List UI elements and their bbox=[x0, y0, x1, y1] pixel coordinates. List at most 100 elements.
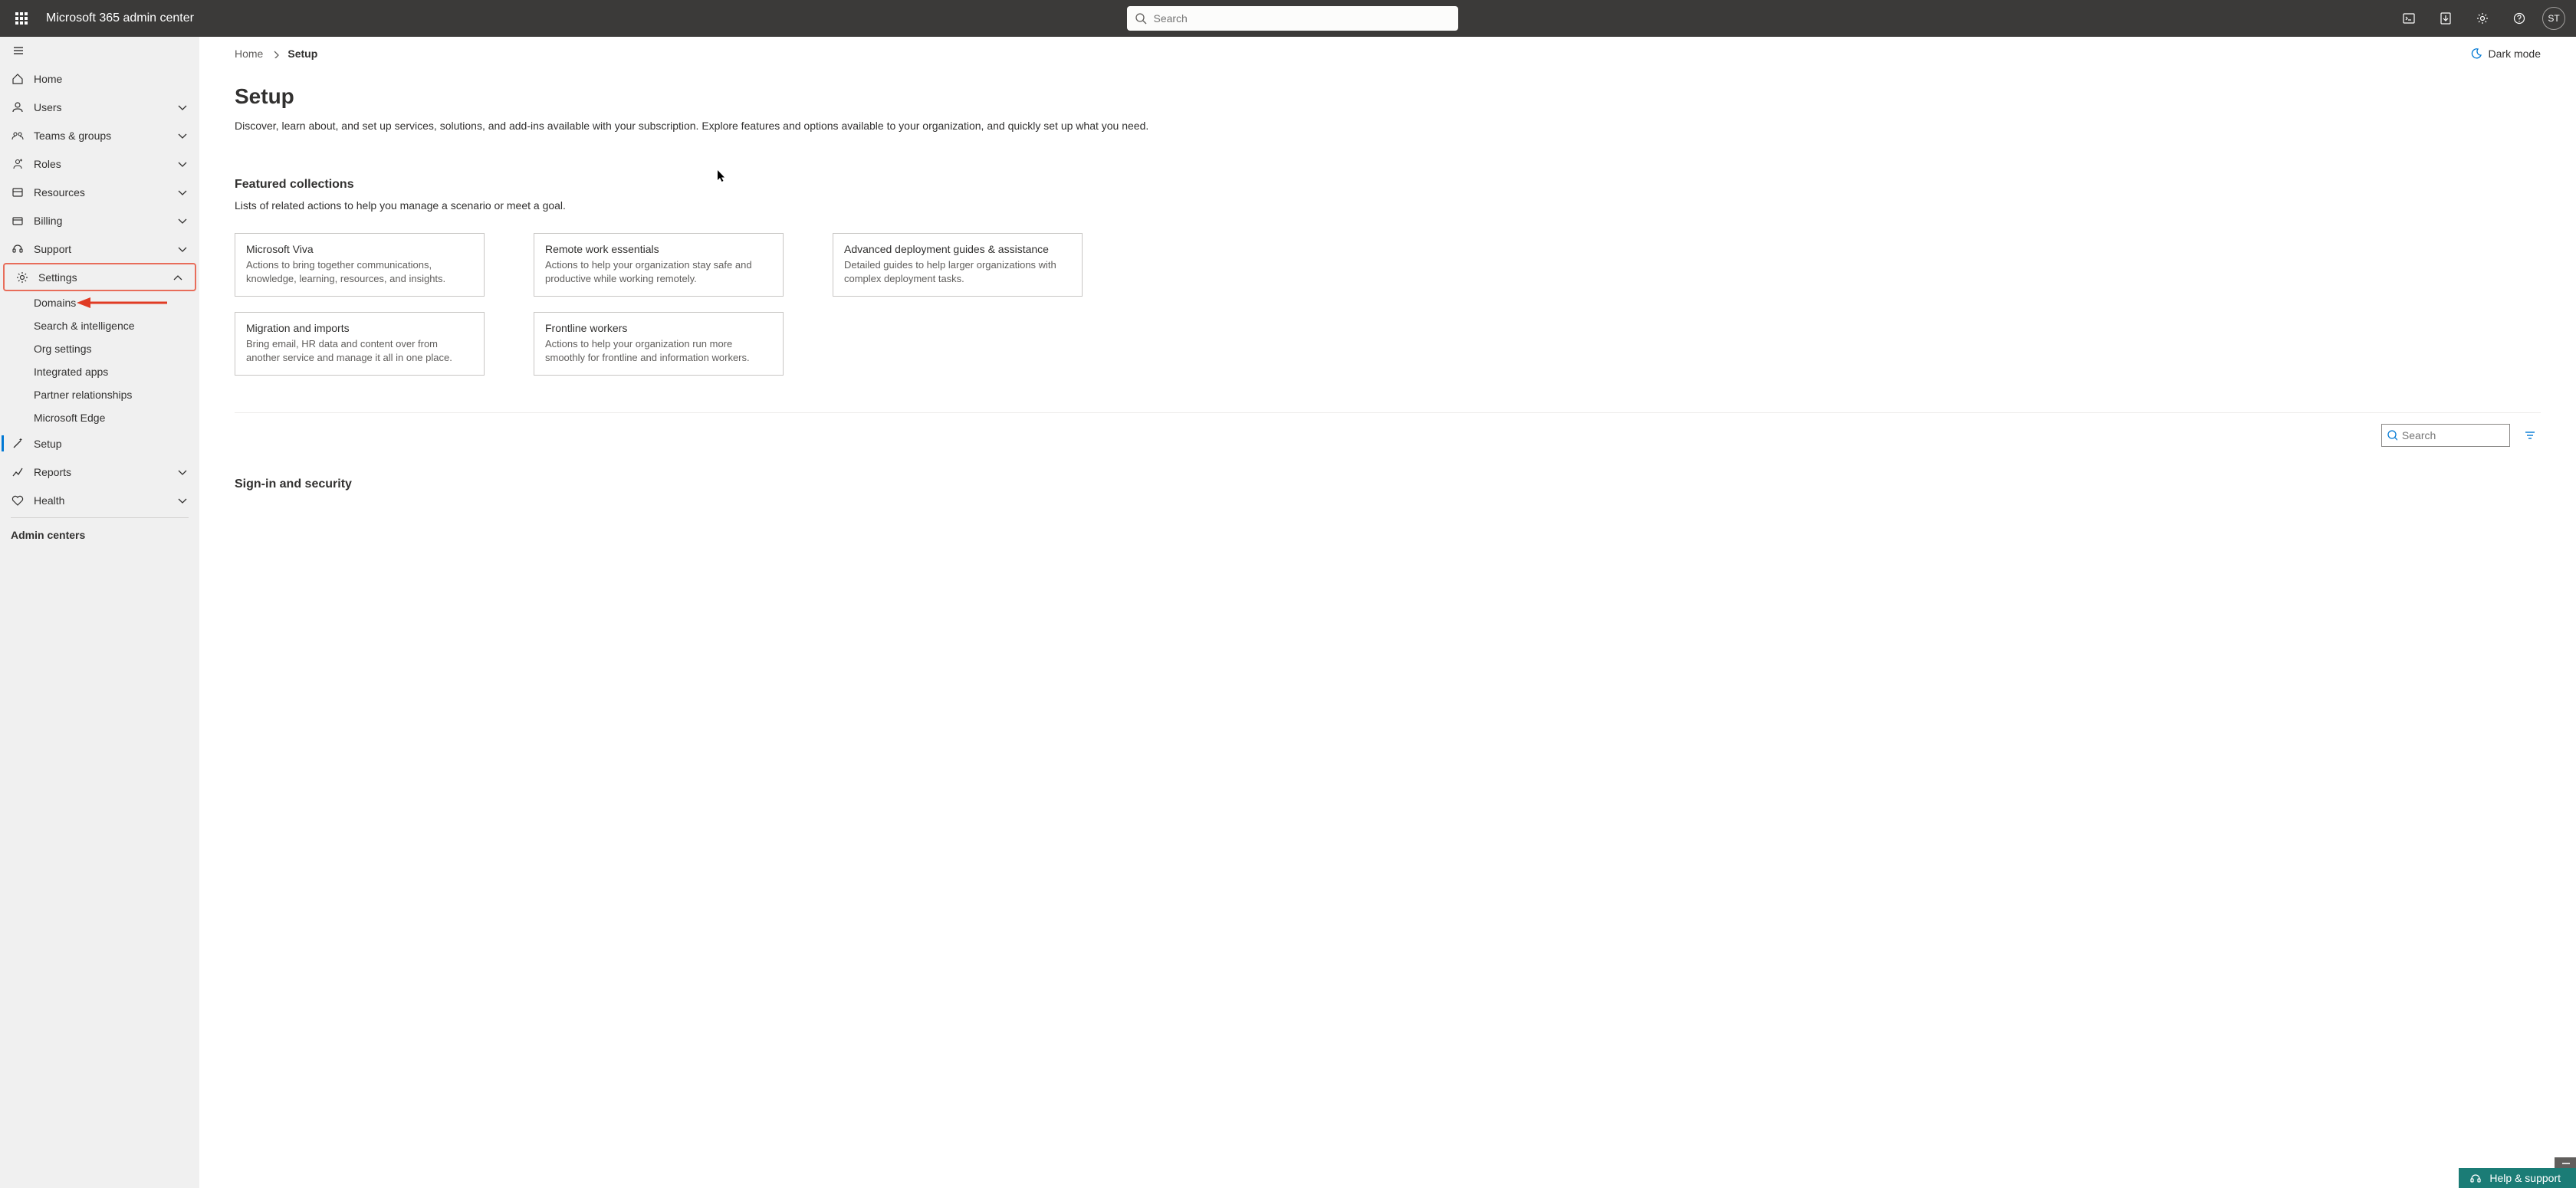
sidebar-item-roles[interactable]: Roles bbox=[0, 149, 199, 178]
roles-icon bbox=[11, 157, 25, 171]
sidebar-item-domains[interactable]: Domains bbox=[0, 291, 199, 314]
sidebar-item-label: Setup bbox=[34, 438, 62, 450]
chevron-down-icon bbox=[176, 494, 189, 507]
app-title: Microsoft 365 admin center bbox=[46, 11, 194, 25]
chevron-down-icon bbox=[176, 101, 189, 113]
chevron-up-icon bbox=[172, 271, 184, 284]
card-description: Detailed guides to help larger organizat… bbox=[844, 258, 1071, 285]
sidebar-item-health[interactable]: Health bbox=[0, 486, 199, 514]
divider bbox=[235, 412, 2541, 413]
chevron-down-icon bbox=[176, 215, 189, 227]
download-app-button[interactable] bbox=[2429, 2, 2463, 35]
featured-card[interactable]: Microsoft Viva Actions to bring together … bbox=[235, 233, 485, 297]
sidebar-item-integrated-apps[interactable]: Integrated apps bbox=[0, 360, 199, 383]
health-icon bbox=[11, 494, 25, 507]
breadcrumb-home[interactable]: Home bbox=[235, 48, 263, 60]
sidebar-item-label: Org settings bbox=[34, 343, 91, 355]
sidebar-item-label: Integrated apps bbox=[34, 366, 108, 378]
sidebar-item-label: Domains bbox=[34, 297, 76, 309]
sidebar-item-resources[interactable]: Resources bbox=[0, 178, 199, 206]
topbar: Microsoft 365 admin center ST bbox=[0, 0, 2576, 37]
sidebar-item-reports[interactable]: Reports bbox=[0, 458, 199, 486]
card-description: Actions to help your organization stay s… bbox=[545, 258, 772, 285]
card-title: Frontline workers bbox=[545, 322, 772, 334]
sidebar: Home Users Teams & groups Roles Resource… bbox=[0, 37, 199, 1188]
sidebar-item-label: Settings bbox=[38, 271, 77, 284]
sidebar-item-partner[interactable]: Partner relationships bbox=[0, 383, 199, 406]
card-title: Microsoft Viva bbox=[246, 243, 473, 255]
teams-icon bbox=[11, 129, 25, 143]
sidebar-item-label: Roles bbox=[34, 158, 61, 170]
gear-icon bbox=[15, 271, 29, 284]
page-title: Setup bbox=[235, 84, 2541, 109]
breadcrumb-current: Setup bbox=[288, 48, 317, 60]
list-search[interactable] bbox=[2381, 424, 2510, 447]
annotation-arrow-icon bbox=[77, 294, 169, 311]
featured-card[interactable]: Remote work essentials Actions to help yo… bbox=[534, 233, 784, 297]
billing-icon bbox=[11, 214, 25, 228]
sidebar-item-label: Support bbox=[34, 243, 71, 255]
headset-icon bbox=[2469, 1172, 2482, 1184]
sidebar-item-support[interactable]: Support bbox=[0, 235, 199, 263]
dark-mode-toggle[interactable]: Dark mode bbox=[2470, 48, 2541, 60]
minimize-icon bbox=[2560, 1157, 2571, 1168]
support-icon bbox=[11, 242, 25, 256]
list-search-input[interactable] bbox=[2402, 429, 2505, 441]
account-avatar[interactable]: ST bbox=[2542, 7, 2565, 30]
featured-card[interactable]: Migration and imports Bring email, HR dat… bbox=[235, 312, 485, 376]
signin-security-title: Sign-in and security bbox=[235, 477, 2541, 491]
sidebar-item-billing[interactable]: Billing bbox=[0, 206, 199, 235]
sidebar-item-search-intelligence[interactable]: Search & intelligence bbox=[0, 314, 199, 337]
gear-icon bbox=[2476, 12, 2489, 25]
sidebar-item-settings[interactable]: Settings bbox=[5, 264, 195, 290]
chevron-right-icon bbox=[271, 49, 280, 58]
sidebar-item-label: Home bbox=[34, 73, 62, 85]
card-title: Advanced deployment guides & assistance bbox=[844, 243, 1071, 255]
settings-button[interactable] bbox=[2466, 2, 2499, 35]
sidebar-item-label: Reports bbox=[34, 466, 71, 478]
featured-card[interactable]: Advanced deployment guides & assistance D… bbox=[833, 233, 1083, 297]
sidebar-toggle[interactable] bbox=[0, 37, 199, 64]
featured-card[interactable]: Frontline workers Actions to help your or… bbox=[534, 312, 784, 376]
sidebar-item-setup[interactable]: Setup bbox=[0, 429, 199, 458]
cloud-shell-button[interactable] bbox=[2392, 2, 2426, 35]
menu-icon bbox=[12, 44, 25, 57]
wand-icon bbox=[11, 437, 25, 451]
global-search[interactable] bbox=[1127, 6, 1458, 31]
dark-mode-label: Dark mode bbox=[2489, 48, 2541, 60]
card-description: Actions to help your organization run mo… bbox=[545, 337, 772, 364]
card-description: Actions to bring together communications… bbox=[246, 258, 473, 285]
filter-button[interactable] bbox=[2519, 425, 2541, 446]
sidebar-item-users[interactable]: Users bbox=[0, 93, 199, 121]
sidebar-item-label: Teams & groups bbox=[34, 130, 111, 142]
featured-collections-title: Featured collections bbox=[235, 178, 2541, 192]
chevron-down-icon bbox=[176, 466, 189, 478]
app-launcher-button[interactable] bbox=[6, 3, 37, 34]
reports-icon bbox=[11, 465, 25, 479]
global-search-input[interactable] bbox=[1153, 12, 1451, 25]
breadcrumb: Home Setup bbox=[235, 48, 317, 60]
help-button[interactable] bbox=[2502, 2, 2536, 35]
card-description: Bring email, HR data and content over fr… bbox=[246, 337, 473, 364]
card-title: Remote work essentials bbox=[545, 243, 772, 255]
help-support-button[interactable]: Help & support bbox=[2459, 1168, 2576, 1188]
sidebar-item-org-settings[interactable]: Org settings bbox=[0, 337, 199, 360]
user-icon bbox=[11, 100, 25, 114]
resources-icon bbox=[11, 185, 25, 199]
filter-icon bbox=[2524, 429, 2536, 441]
chevron-down-icon bbox=[176, 158, 189, 170]
help-icon bbox=[2513, 12, 2525, 25]
sidebar-item-label: Microsoft Edge bbox=[34, 412, 105, 424]
card-title: Migration and imports bbox=[246, 322, 473, 334]
search-icon bbox=[2387, 429, 2397, 441]
sidebar-item-label: Search & intelligence bbox=[34, 320, 135, 332]
download-icon bbox=[2440, 12, 2452, 25]
sidebar-item-label: Resources bbox=[34, 186, 85, 199]
moon-icon bbox=[2470, 48, 2482, 60]
sidebar-item-edge[interactable]: Microsoft Edge bbox=[0, 406, 199, 429]
sidebar-item-teams[interactable]: Teams & groups bbox=[0, 121, 199, 149]
sidebar-item-label: Partner relationships bbox=[34, 389, 132, 401]
chevron-down-icon bbox=[176, 243, 189, 255]
sidebar-item-home[interactable]: Home bbox=[0, 64, 199, 93]
minimize-help-button[interactable] bbox=[2555, 1157, 2576, 1168]
